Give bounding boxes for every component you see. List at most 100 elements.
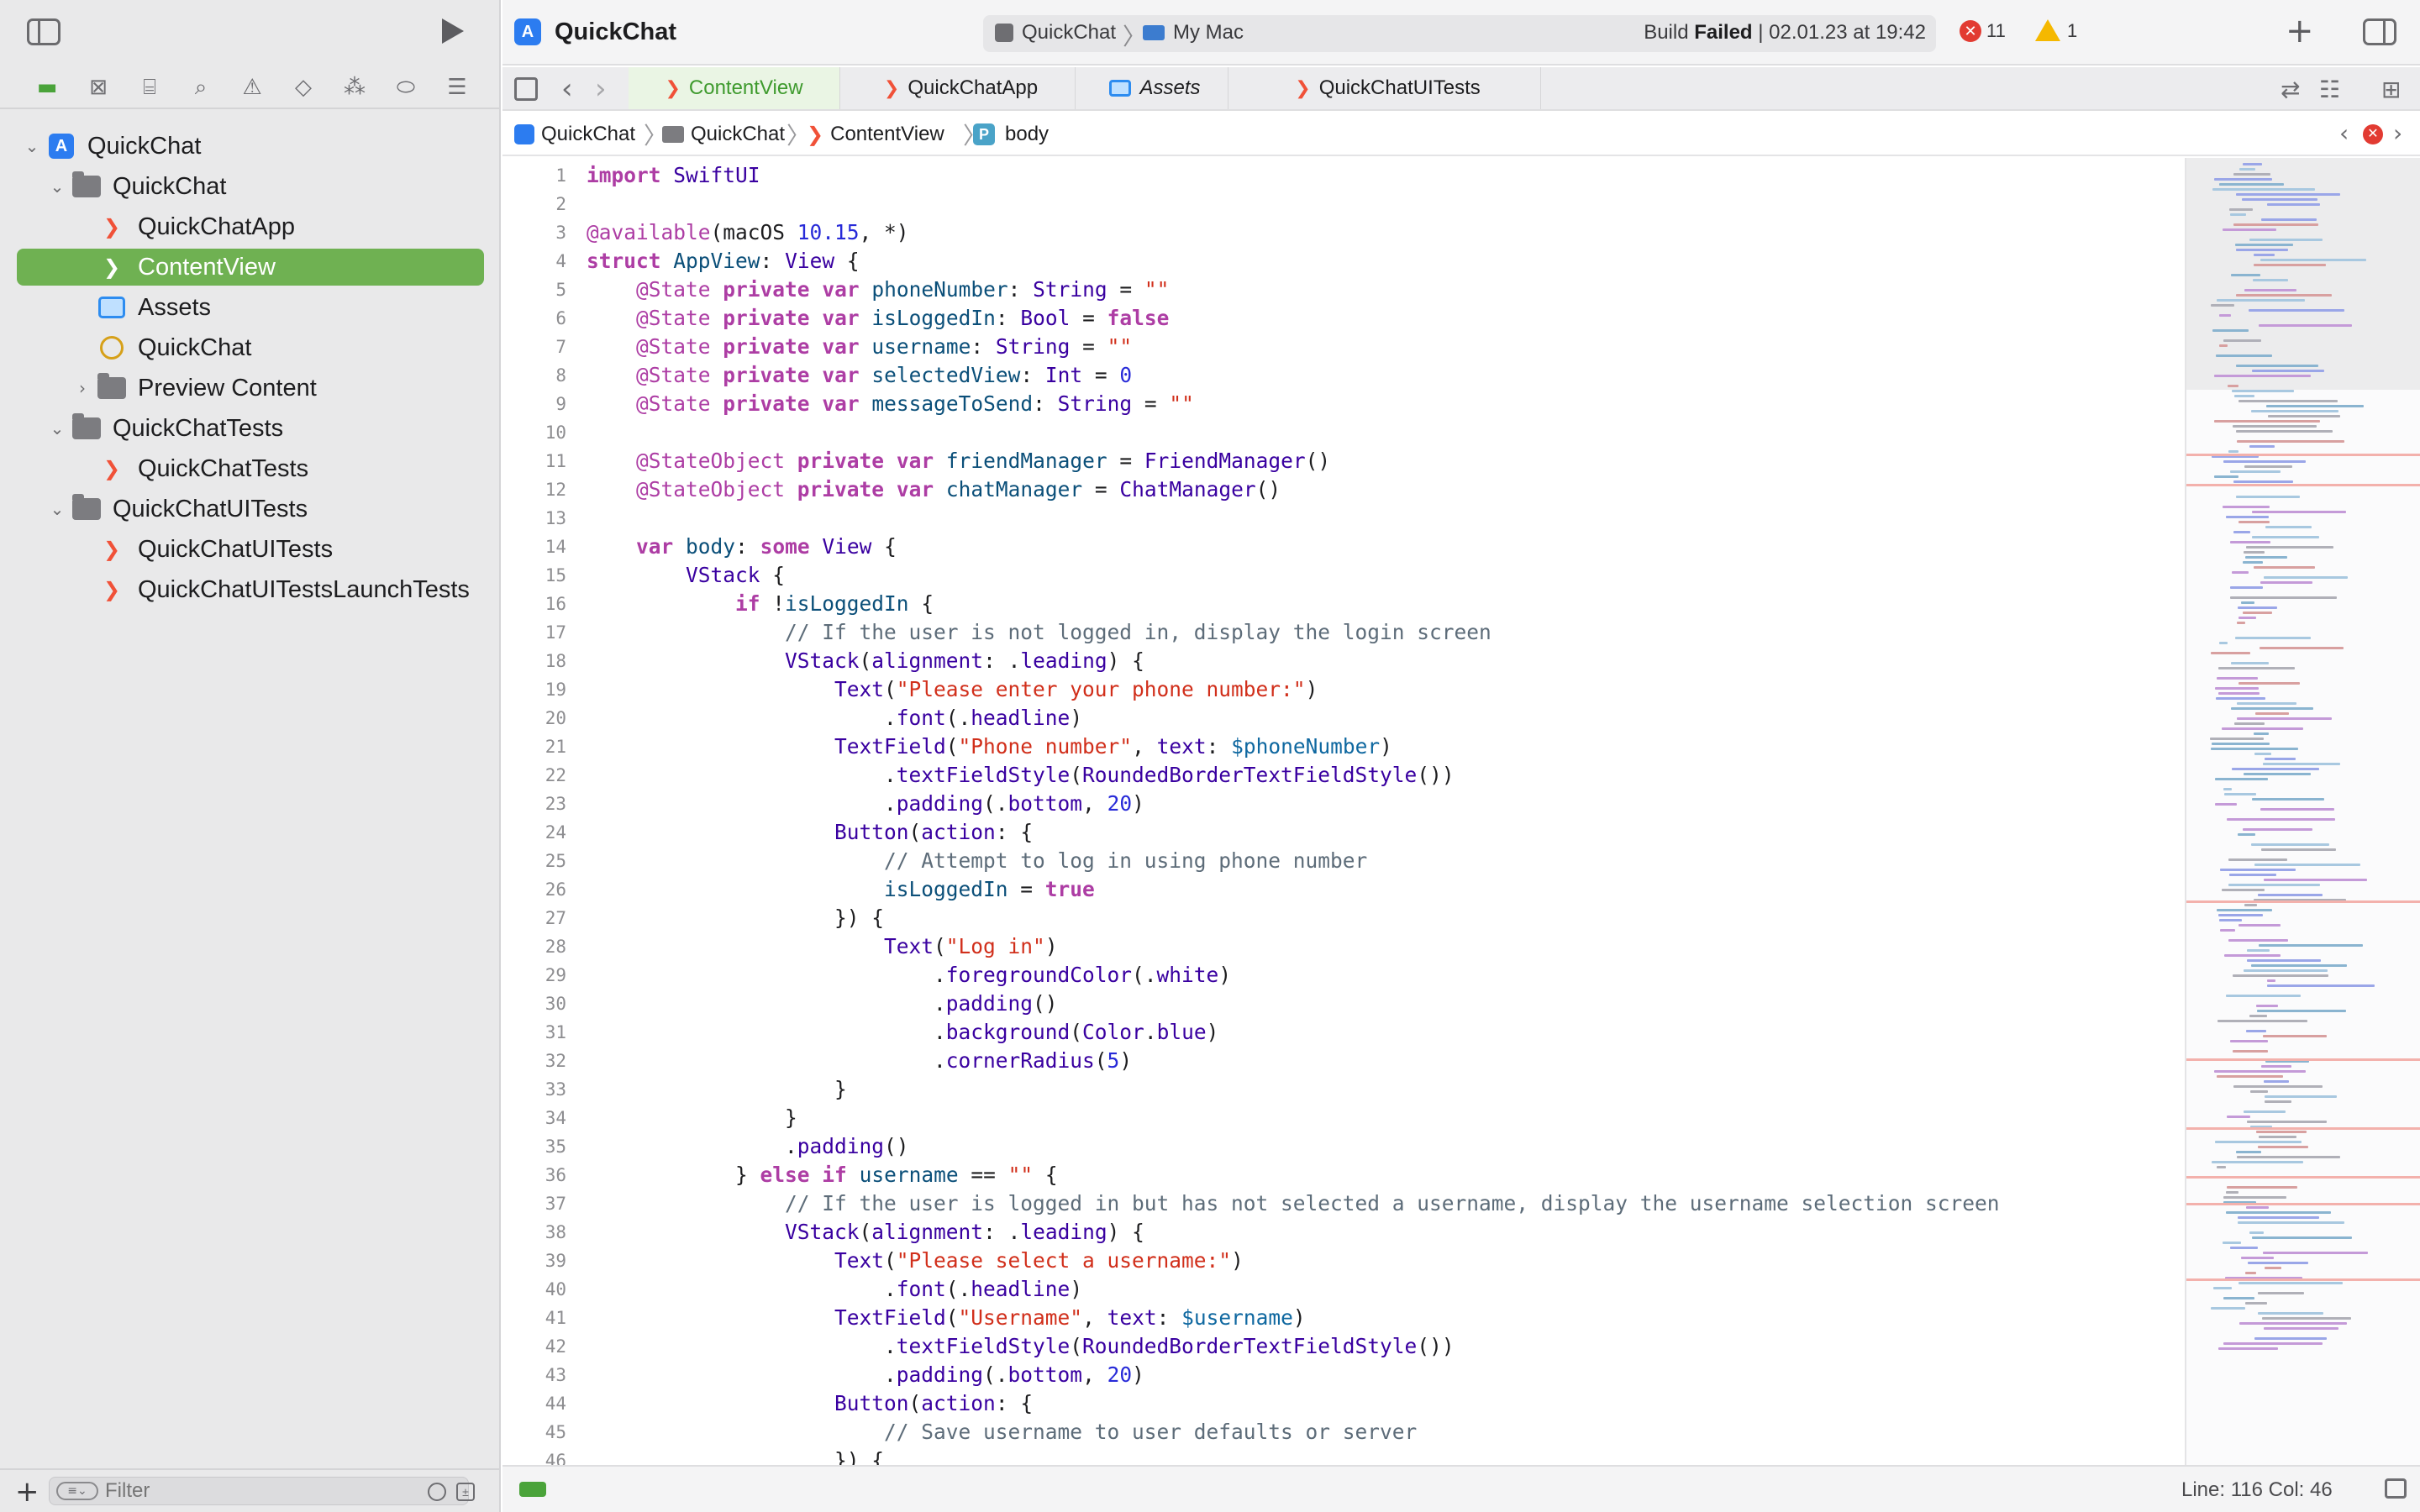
code-line[interactable]: 41 TextField("Username", text: $username… <box>502 1304 2185 1332</box>
warning-icon[interactable]: ⚠ <box>239 74 266 101</box>
test-icon[interactable]: ◇ <box>290 74 317 101</box>
code-line[interactable]: 14 var body: some View { <box>502 533 2185 561</box>
add-editor-icon[interactable]: ⊞ <box>2381 76 2401 103</box>
code-line[interactable]: 21 TextField("Phone number", text: $phon… <box>502 732 2185 761</box>
code-line[interactable]: 36 } else if username == "" { <box>502 1161 2185 1189</box>
related-items-icon[interactable] <box>514 77 538 101</box>
code-line[interactable]: 45 // Save username to user defaults or … <box>502 1418 2185 1446</box>
tree-item[interactable]: › Preview Content <box>17 370 484 407</box>
code-line[interactable]: 29 .foregroundColor(.white) <box>502 961 2185 990</box>
add-icon[interactable]: + <box>15 1475 39 1509</box>
library-add-icon[interactable]: + <box>2286 12 2314 50</box>
code-line[interactable]: 12 @StateObject private var chatManager … <box>502 475 2185 504</box>
jumpbar-group[interactable]: QuickChat <box>662 123 785 146</box>
tree-item[interactable]: ⌄ QuickChatUITests <box>17 491 484 528</box>
code-line[interactable]: 43 .padding(.bottom, 20) <box>502 1361 2185 1389</box>
tree-item[interactable]: QuickChat <box>17 329 484 366</box>
code-line[interactable]: 5 @State private var phoneNumber: String… <box>502 276 2185 304</box>
error-count[interactable]: 11 <box>1986 20 2006 42</box>
tree-item[interactable]: ❯ QuickChatUITests <box>17 531 484 568</box>
code-line[interactable]: 34 } <box>502 1104 2185 1132</box>
source-control-icon[interactable]: ⊠ <box>85 74 112 101</box>
chevron-down-icon[interactable]: ⌄ <box>49 418 66 438</box>
folder-icon[interactable]: ▬ <box>34 74 60 101</box>
code-line[interactable]: 15 VStack { <box>502 561 2185 590</box>
code-line[interactable]: 17 // If the user is not logged in, disp… <box>502 618 2185 647</box>
tree-item[interactable]: ❯ QuickChatTests <box>17 450 484 487</box>
destination-selector[interactable]: My Mac <box>1173 21 1244 45</box>
code-line[interactable]: 4 struct AppView: View { <box>502 247 2185 276</box>
code-line[interactable]: 9 @State private var messageToSend: Stri… <box>502 390 2185 418</box>
code-line[interactable]: 6 @State private var isLoggedIn: Bool = … <box>502 304 2185 333</box>
chevron-down-icon[interactable]: ⌄ <box>49 499 66 519</box>
code-line[interactable]: 27 }) { <box>502 904 2185 932</box>
warning-icon[interactable] <box>2035 19 2060 41</box>
code-line[interactable]: 31 .background(Color.blue) <box>502 1018 2185 1047</box>
tree-item[interactable]: ⌄ QuickChatTests <box>17 410 484 447</box>
code-line[interactable]: 25 // Attempt to log in using phone numb… <box>502 847 2185 875</box>
filter-field[interactable]: ≡⌄ ± <box>49 1477 475 1505</box>
code-line[interactable]: 22 .textFieldStyle(RoundedBorderTextFiel… <box>502 761 2185 790</box>
jumpbar-file[interactable]: ❯ ContentView <box>807 123 944 146</box>
code-line[interactable]: 33 } <box>502 1075 2185 1104</box>
sidebar-toggle-icon[interactable] <box>27 18 60 45</box>
chevron-down-icon[interactable]: ⌄ <box>49 176 66 197</box>
tree-item[interactable]: ❯ QuickChatUITestsLaunchTests <box>17 571 484 608</box>
forward-icon[interactable]: › <box>595 72 607 106</box>
editor-tab[interactable]: ❯ QuickChatUITests <box>1235 67 1541 109</box>
editor-tab[interactable]: Assets <box>1082 67 1228 109</box>
tree-item[interactable]: Assets <box>17 289 484 326</box>
run-button[interactable] <box>442 18 464 44</box>
editor-options-icon[interactable]: ☷ <box>2319 76 2340 103</box>
code-line[interactable]: 32 .cornerRadius(5) <box>502 1047 2185 1075</box>
tree-item[interactable]: ⌄ A QuickChat <box>17 128 484 165</box>
error-icon[interactable]: ✕ <box>2363 124 2383 144</box>
previous-issue-icon[interactable]: ‹ <box>2339 119 2349 147</box>
debug-icon[interactable]: ⁂ <box>341 74 368 101</box>
code-line[interactable]: 20 .font(.headline) <box>502 704 2185 732</box>
next-issue-icon[interactable]: › <box>2393 119 2402 147</box>
code-line[interactable]: 23 .padding(.bottom, 20) <box>502 790 2185 818</box>
tree-item[interactable]: ⌄ QuickChat <box>17 168 484 205</box>
editor-tab[interactable]: ❯ QuickChatApp <box>847 67 1076 109</box>
code-line[interactable]: 42 .textFieldStyle(RoundedBorderTextFiel… <box>502 1332 2185 1361</box>
filter-input[interactable] <box>105 1478 357 1504</box>
code-line[interactable]: 18 VStack(alignment: .leading) { <box>502 647 2185 675</box>
code-line[interactable]: 30 .padding() <box>502 990 2185 1018</box>
debug-area-icon[interactable] <box>519 1482 546 1497</box>
layout-icon[interactable] <box>2385 1478 2407 1499</box>
code-line[interactable]: 8 @State private var selectedView: Int =… <box>502 361 2185 390</box>
code-line[interactable]: 38 VStack(alignment: .leading) { <box>502 1218 2185 1247</box>
code-line[interactable]: 10 <box>502 418 2185 447</box>
code-line[interactable]: 1 import SwiftUI <box>502 161 2185 190</box>
minimap[interactable] <box>2185 158 2420 1465</box>
back-icon[interactable]: ‹ <box>561 72 573 106</box>
code-line[interactable]: 39 Text("Please select a username:") <box>502 1247 2185 1275</box>
symbol-icon[interactable]: ⌸ <box>136 74 163 101</box>
tree-item[interactable]: ❯ ContentView <box>17 249 484 286</box>
code-line[interactable]: 3 @available(macOS 10.15, *) <box>502 218 2185 247</box>
chevron-right-icon[interactable]: › <box>74 378 91 398</box>
code-line[interactable]: 44 Button(action: { <box>502 1389 2185 1418</box>
editor-tab[interactable]: ❯ ContentView <box>629 67 840 109</box>
error-icon[interactable]: ✕ <box>1960 20 1981 42</box>
code-line[interactable]: 28 Text("Log in") <box>502 932 2185 961</box>
code-line[interactable]: 16 if !isLoggedIn { <box>502 590 2185 618</box>
code-line[interactable]: 35 .padding() <box>502 1132 2185 1161</box>
jumpbar-project[interactable]: QuickChat <box>514 123 635 146</box>
code-line[interactable]: 11 @StateObject private var friendManage… <box>502 447 2185 475</box>
code-line[interactable]: 7 @State private var username: String = … <box>502 333 2185 361</box>
source-control-filter-icon[interactable]: ± <box>456 1483 475 1501</box>
source-editor[interactable]: 1 import SwiftUI 2 3 @available(macOS 10.15,… <box>502 158 2185 1465</box>
jumpbar-symbol[interactable]: Pbody <box>973 123 1049 146</box>
inspector-toggle-icon[interactable] <box>2363 18 2396 45</box>
search-icon[interactable]: ⌕ <box>187 74 214 101</box>
chevron-down-icon[interactable]: ⌄ <box>24 136 40 156</box>
filter-icon[interactable]: ≡⌄ <box>56 1482 98 1500</box>
code-line[interactable]: 26 isLoggedIn = true <box>502 875 2185 904</box>
scheme-selector[interactable]: QuickChat <box>1022 21 1116 45</box>
breakpoint-icon[interactable]: ⬭ <box>392 74 419 101</box>
warning-count[interactable]: 1 <box>2067 20 2077 42</box>
split-icon[interactable]: ⇄ <box>2281 76 2300 103</box>
activity-viewer[interactable]: QuickChat 〉 My Mac Build Failed | 02.01.… <box>983 15 1936 52</box>
